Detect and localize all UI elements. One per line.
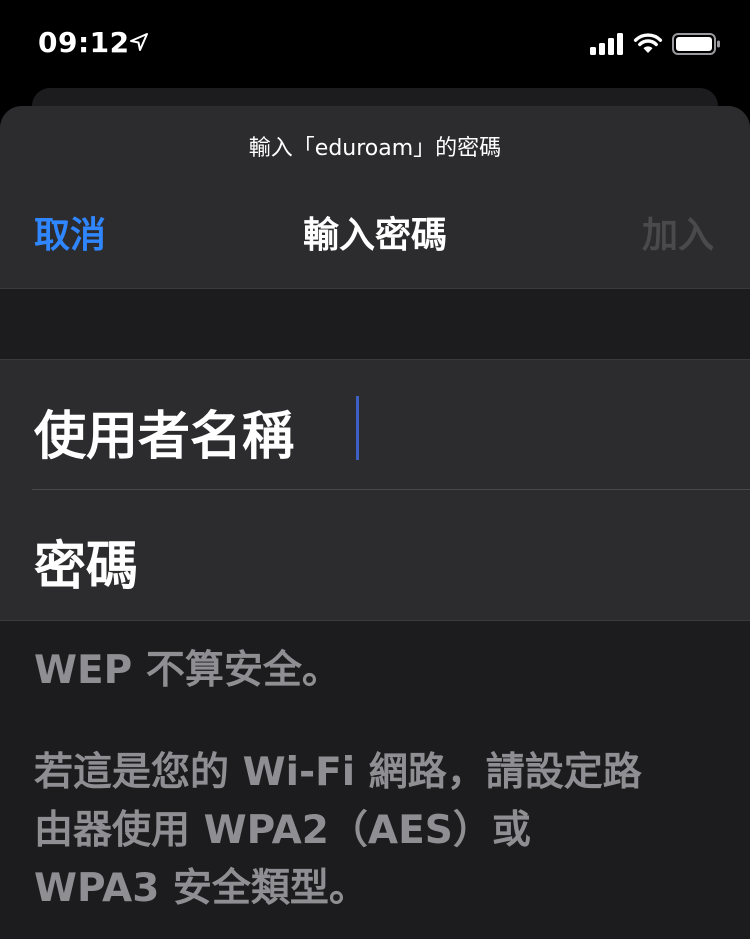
username-label: 使用者名稱 [34, 407, 295, 467]
security-advice-line-3: WPA3 安全類型。 [34, 866, 368, 911]
username-row[interactable]: 使用者名稱 [0, 360, 750, 490]
password-label: 密碼 [34, 537, 139, 597]
text-cursor [356, 396, 359, 460]
username-input[interactable] [350, 380, 730, 470]
network-prompt: 輸入「eduroam」的密碼 [248, 136, 502, 161]
security-footer: WEP 不算安全。 若這是您的 Wi-Fi 網路，請設定路 由器使用 WPA2（… [34, 642, 724, 918]
credentials-form: 使用者名稱 密碼 [0, 359, 750, 621]
screen: 09:12 輸入「eduroam」的密碼 輸入密碼 取消 加入 使用者名稱 密碼… [0, 0, 750, 939]
wep-warning: WEP 不算安全。 [34, 648, 341, 693]
sheet-title: 輸入密碼 [302, 215, 447, 256]
password-row[interactable]: 密碼 [0, 490, 750, 620]
status-time: 09:12 [38, 26, 130, 59]
status-bar: 09:12 [0, 0, 750, 88]
wifi-icon [633, 33, 663, 53]
location-arrow-icon [130, 33, 148, 51]
join-button[interactable]: 加入 [642, 206, 714, 258]
cancel-button[interactable]: 取消 [34, 206, 106, 258]
sheet-navigation-bar: 輸入「eduroam」的密碼 輸入密碼 取消 加入 [0, 106, 750, 289]
password-sheet: 輸入「eduroam」的密碼 輸入密碼 取消 加入 使用者名稱 密碼 WEP 不… [0, 106, 750, 939]
cellular-signal-icon [590, 33, 623, 55]
battery-icon [672, 33, 720, 55]
security-advice-line-2: 由器使用 WPA2（AES）或 [34, 808, 531, 853]
password-input[interactable] [350, 510, 730, 600]
footer-spacer [34, 700, 724, 744]
security-advice-line-1: 若這是您的 Wi-Fi 網路，請設定路 [34, 750, 642, 795]
